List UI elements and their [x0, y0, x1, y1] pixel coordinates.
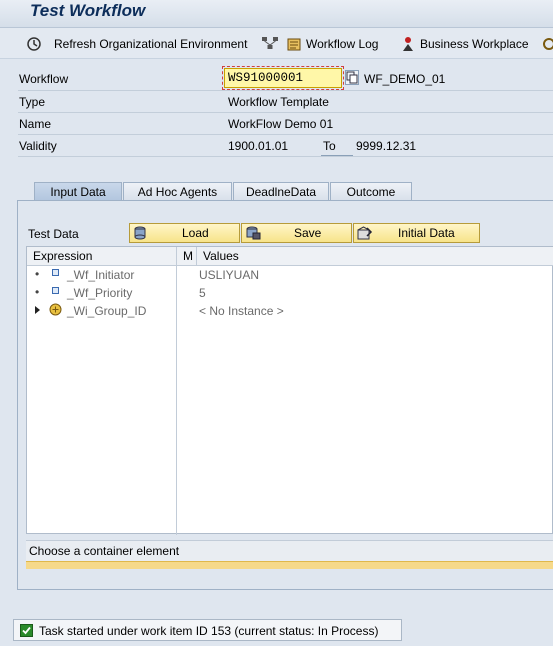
tree-row-expression[interactable]: _Wf_Priority	[67, 286, 132, 300]
application-toolbar: Refresh Organizational Environment Workf…	[0, 28, 553, 59]
initial-data-label: Initial Data	[398, 226, 455, 240]
detail-bar	[26, 561, 553, 569]
title-bar: Test Workflow	[0, 0, 553, 28]
bullet-icon: •	[35, 267, 40, 281]
divider	[18, 134, 553, 135]
detail-text: Choose a container element	[29, 544, 180, 558]
copy-icon[interactable]	[345, 70, 359, 85]
tab-outcome[interactable]: Outcome	[330, 182, 412, 200]
refresh-icon	[27, 37, 41, 51]
type-value: Workflow Template	[228, 95, 329, 109]
status-message[interactable]: Task started under work item ID 153 (cur…	[39, 624, 378, 638]
workflow-id-input[interactable]: WS91000001	[222, 66, 344, 90]
validity-to: 9999.12.31	[356, 139, 417, 153]
workflow-log-label: Workflow Log	[306, 37, 379, 51]
to-label: To	[323, 139, 336, 153]
tab-input-data[interactable]: Input Data	[34, 182, 122, 200]
tree-row-value: 5	[199, 286, 206, 300]
divider	[18, 112, 553, 113]
tree-row-expression[interactable]: _Wi_Group_ID	[67, 304, 146, 318]
tab-ad-hoc-agents[interactable]: Ad Hoc Agents	[123, 182, 232, 200]
container-tree: Expression M Values • _Wf_Initiator USLI…	[26, 246, 553, 535]
load-label: Load	[182, 226, 209, 240]
org-structure-button[interactable]	[261, 36, 283, 50]
workflow-name: WF_DEMO_01	[364, 72, 446, 86]
element-icon	[52, 287, 59, 294]
load-icon	[134, 226, 146, 240]
business-workplace-icon	[403, 37, 413, 51]
load-button[interactable]: Load	[129, 223, 240, 243]
validity-from: 1900.01.01	[228, 139, 289, 153]
element-icon	[52, 269, 59, 276]
column-expression[interactable]: Expression	[33, 249, 92, 263]
business-workplace-label: Business Workplace	[420, 37, 529, 51]
initial-data-button[interactable]: Initial Data	[353, 223, 480, 243]
tree-row-value: USLIYUAN	[199, 268, 260, 282]
business-workplace-button[interactable]: Business Workplace	[400, 36, 529, 52]
success-icon	[20, 624, 33, 637]
test-data-label: Test Data	[28, 227, 79, 241]
save-label: Save	[294, 226, 322, 240]
tab-deadline-data[interactable]: DeadlneData	[233, 182, 329, 200]
name-label: Name	[19, 117, 52, 131]
org-icon	[262, 37, 278, 49]
more-icon	[543, 38, 553, 50]
column-divider	[196, 247, 197, 265]
tree-row-value: < No Instance >	[199, 304, 284, 318]
page-title: Test Workflow	[30, 1, 146, 20]
structure-icon	[49, 303, 62, 316]
workflow-log-icon	[287, 38, 301, 51]
tree-row-expression[interactable]: _Wf_Initiator	[67, 268, 134, 282]
initial-data-icon	[357, 226, 373, 240]
workflow-label: Workflow	[19, 72, 69, 86]
column-values[interactable]: Values	[203, 249, 239, 263]
validity-label: Validity	[19, 139, 57, 153]
divider	[18, 156, 553, 157]
refresh-button[interactable]: Refresh Organizational Environment	[26, 36, 247, 52]
status-bar: Task started under work item ID 153 (cur…	[13, 619, 402, 641]
refresh-label: Refresh Organizational Environment	[54, 37, 248, 51]
name-value: WorkFlow Demo 01	[228, 117, 334, 131]
more-button[interactable]	[541, 36, 553, 52]
tree-header: Expression M Values	[27, 247, 553, 266]
detail-panel: Choose a container element	[26, 540, 553, 561]
column-divider	[176, 247, 177, 535]
bullet-icon: •	[35, 285, 40, 299]
workflow-log-button[interactable]: Workflow Log	[286, 36, 378, 52]
save-button[interactable]: Save	[241, 223, 352, 243]
save-icon	[246, 226, 261, 240]
type-label: Type	[19, 95, 46, 109]
expand-arrow-icon[interactable]	[35, 306, 41, 314]
divider	[18, 90, 553, 91]
column-m[interactable]: M	[183, 249, 193, 263]
